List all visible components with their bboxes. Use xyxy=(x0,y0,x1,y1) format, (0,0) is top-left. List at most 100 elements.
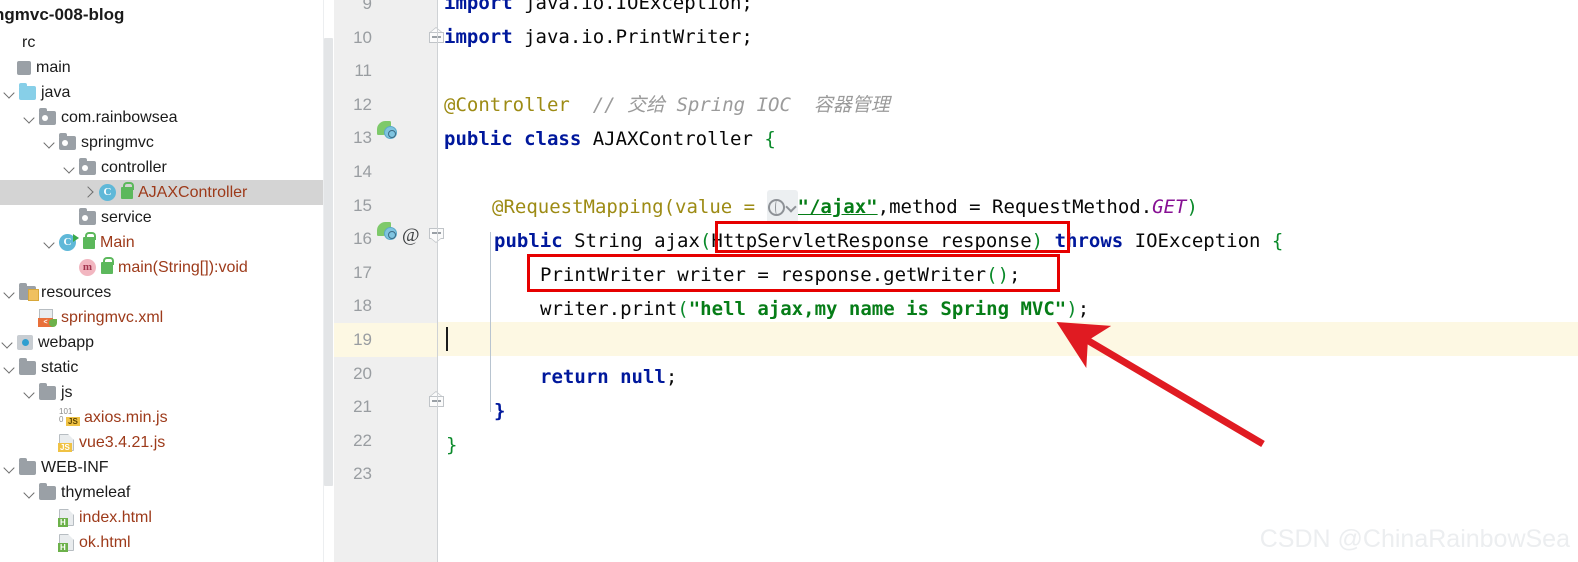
line-number-20[interactable]: 20 xyxy=(334,357,437,391)
chevron-down-icon[interactable] xyxy=(22,485,37,500)
tree-item-axios-min-js[interactable]: 101 0 JS axios.min.js xyxy=(0,405,334,430)
ide-window: ngmvc-008-blog rc main java com.rainbowsea s… xyxy=(0,0,1578,562)
tree-item-main-string-void[interactable]: m main(String[]):void xyxy=(0,255,334,280)
code-line-12[interactable]: @Controller // 交给 Spring IOC 容器管理 xyxy=(444,88,890,122)
line-number-23[interactable]: 23 xyxy=(334,457,437,491)
tree-item-ajaxcontroller[interactable]: C AJAXController xyxy=(0,180,334,205)
chevron-down-icon[interactable] xyxy=(2,360,17,375)
line-number-11[interactable]: 11 xyxy=(334,54,437,88)
chevron-down-icon[interactable] xyxy=(62,160,77,175)
package-icon xyxy=(59,132,76,150)
line-number-9[interactable]: 9 xyxy=(334,0,437,21)
tree-item-web-inf[interactable]: WEB-INF xyxy=(0,455,334,480)
chevron-placeholder xyxy=(62,260,77,275)
tree-item-label: axios.min.js xyxy=(84,409,168,426)
brace: } xyxy=(494,400,506,422)
class-name: AJAXController xyxy=(581,128,765,150)
line-number-19[interactable]: 19 xyxy=(334,323,437,357)
package-icon xyxy=(39,107,56,125)
tree-item-label: Main xyxy=(100,234,135,251)
tree-item-label: com.rainbowsea xyxy=(61,109,178,126)
tree-item-label: AJAXController xyxy=(138,184,248,201)
tree-item-label: static xyxy=(41,359,79,376)
tree-item-js[interactable]: js xyxy=(0,380,334,405)
line-number-label: 17 xyxy=(353,262,372,282)
line-number-22[interactable]: 22 xyxy=(334,424,437,458)
spring-bean-icon[interactable] xyxy=(377,121,397,140)
code-line-18[interactable]: writer.print("hell ajax,my name is Sprin… xyxy=(540,292,1089,326)
line-number-label: 22 xyxy=(353,430,372,450)
package-icon xyxy=(79,157,96,175)
tree-item-index-html[interactable]: Hindex.html xyxy=(0,505,334,530)
tree-item-static[interactable]: static xyxy=(0,355,334,380)
globe-icon[interactable] xyxy=(767,198,785,216)
tree-item-label: vue3.4.21.js xyxy=(79,434,166,451)
tree-item-label: java xyxy=(41,84,71,101)
line-number-14[interactable]: 14 xyxy=(334,155,437,189)
tree-item-springmvc-xml[interactable]: < springmvc.xml xyxy=(0,305,334,330)
tree-item-springmvc[interactable]: springmvc xyxy=(0,130,334,155)
chevron-down-icon[interactable] xyxy=(786,202,797,213)
line-number-label: 12 xyxy=(353,94,372,114)
tree-item-ok-html[interactable]: Hok.html xyxy=(0,530,334,555)
annotation-at-icon[interactable]: @ xyxy=(402,226,420,245)
tree-item-resources[interactable]: resources xyxy=(0,280,334,305)
line-number-21[interactable]: 21 xyxy=(334,390,437,424)
code-line-15[interactable]: @RequestMapping(value = "/ajax",method =… xyxy=(492,189,1198,224)
code-line-10[interactable]: import java.io.PrintWriter; xyxy=(444,20,753,54)
chevron-down-icon[interactable] xyxy=(22,110,37,125)
tree-item-com-rainbowsea[interactable]: com.rainbowsea xyxy=(0,105,334,130)
chevron-down-icon[interactable] xyxy=(2,460,17,475)
tree-item-thymeleaf[interactable]: thymeleaf xyxy=(0,480,334,505)
module-icon xyxy=(17,60,31,75)
web-url-gutter-chip[interactable] xyxy=(766,189,798,224)
tree-item-rc[interactable]: rc xyxy=(0,30,334,55)
chevron-down-icon[interactable] xyxy=(22,385,37,400)
chevron-right-icon[interactable] xyxy=(82,185,97,200)
chevron-down-icon[interactable] xyxy=(2,285,17,300)
code-line-22[interactable]: } xyxy=(446,428,457,462)
line-number-15[interactable]: 15 xyxy=(334,189,437,223)
chevron-down-icon[interactable] xyxy=(42,235,57,250)
tree-item-java[interactable]: java xyxy=(0,80,334,105)
tree-item-controller[interactable]: controller xyxy=(0,155,334,180)
project-root-title[interactable]: ngmvc-008-blog xyxy=(0,2,124,28)
tree-item-label: webapp xyxy=(38,334,95,351)
paren: ( xyxy=(699,230,712,252)
chevron-down-icon[interactable] xyxy=(42,135,57,150)
code-line-9[interactable]: import java.io.IOException; xyxy=(444,0,753,20)
tree-item-main[interactable]: C Main xyxy=(0,230,334,255)
tree-scrollbar-track[interactable] xyxy=(323,0,334,562)
chevron-down-icon[interactable] xyxy=(0,335,15,350)
editor-gutter[interactable]: 9 10 11 12 13 14 15 16 17 18 19 20 21 22 23 @ xyxy=(334,0,444,562)
tree-item-label: js xyxy=(61,384,73,401)
semicolon: ; xyxy=(1077,298,1090,320)
project-tree-panel[interactable]: ngmvc-008-blog rc main java com.rainbowsea s… xyxy=(0,0,334,562)
keyword-class: class xyxy=(524,128,582,150)
tree-scrollbar-thumb[interactable] xyxy=(324,38,333,486)
line-number-17[interactable]: 17 xyxy=(334,256,437,290)
url-literal[interactable]: "/ajax" xyxy=(798,196,878,218)
tree-item-service[interactable]: service xyxy=(0,205,334,230)
tree-item-webapp[interactable]: webapp xyxy=(0,330,334,355)
tree-item-vue3-4-21-js[interactable]: JS vue3.4.21.js xyxy=(0,430,334,455)
spring-bean-icon[interactable] xyxy=(377,222,397,241)
chevron-down-icon[interactable] xyxy=(2,85,17,100)
line-number-label: 14 xyxy=(353,162,372,181)
spring-xml-file-icon: < xyxy=(38,309,57,327)
folder-icon xyxy=(39,382,56,400)
tree-item-label: main xyxy=(36,59,71,76)
line-number-18[interactable]: 18 xyxy=(334,289,437,323)
line-number-10[interactable]: 10 xyxy=(334,21,437,55)
folder-icon xyxy=(19,457,36,475)
line-number-12[interactable]: 12 xyxy=(334,88,437,122)
keyword-public: public xyxy=(494,230,563,252)
code-line-13[interactable]: public class AJAXController { xyxy=(444,122,776,156)
code-line-21[interactable]: } xyxy=(494,394,505,428)
exception-type: IOException xyxy=(1134,230,1272,252)
comment-text: // 交给 Spring IOC 容器管理 xyxy=(592,94,890,116)
tree-item-label: springmvc xyxy=(81,134,154,151)
method-signature: String ajax xyxy=(562,230,700,252)
tree-item-main[interactable]: main xyxy=(0,55,334,80)
code-line-20[interactable]: return null; xyxy=(540,360,677,394)
